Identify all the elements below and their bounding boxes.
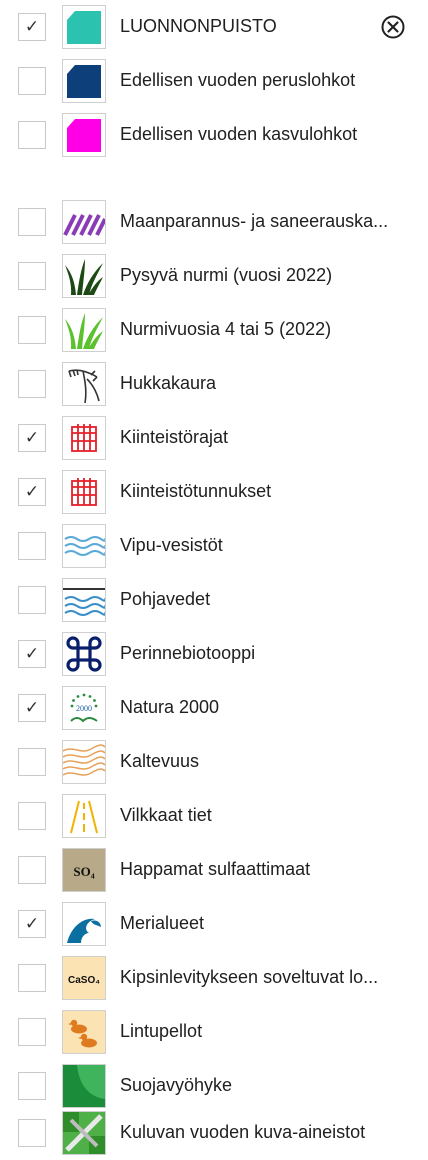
layer-label: Nurmivuosia 4 tai 5 (2022)	[120, 319, 332, 339]
layer-row-pysyva-nurmi[interactable]: Pysyvä nurmi (vuosi 2022)	[0, 249, 428, 303]
layer-row-peruslohkot[interactable]: Edellisen vuoden peruslohkot	[0, 54, 428, 108]
layer-checkbox[interactable]	[18, 856, 46, 884]
layer-checkbox[interactable]	[18, 1072, 46, 1100]
layer-label: Hukkakaura	[120, 373, 217, 393]
layer-label: Pysyvä nurmi (vuosi 2022)	[120, 265, 333, 285]
layer-row-suojavyohyke[interactable]: Suojavyöhyke	[0, 1059, 428, 1113]
checkmark-icon: ✓	[24, 913, 40, 934]
command-knot-icon	[62, 632, 106, 676]
caso4-icon: CaSO₄	[62, 956, 106, 1000]
layer-checkbox[interactable]: ✓	[18, 13, 46, 41]
layer-row-kasvulohkot[interactable]: Edellisen vuoden kasvulohkot	[0, 108, 428, 162]
sea-wave-icon	[62, 902, 106, 946]
layer-label: Lintupellot	[120, 1021, 203, 1041]
layer-label: Vilkkaat tiet	[120, 805, 212, 825]
checkmark-icon: ✓	[24, 16, 40, 37]
layer-row-kaltevuus[interactable]: Kaltevuus	[0, 735, 428, 789]
layer-row-sulfaattimaat[interactable]: SO₄ Happamat sulfaattimaat	[0, 843, 428, 897]
checkmark-icon: ✓	[24, 697, 40, 718]
red-fence-icon	[62, 416, 106, 460]
layer-label: Suojavyöhyke	[120, 1075, 233, 1095]
layer-checkbox[interactable]: ✓	[18, 910, 46, 938]
layer-checkbox[interactable]: ✓	[18, 424, 46, 452]
layer-row-vilkkaat-tiet[interactable]: Vilkkaat tiet	[0, 789, 428, 843]
checkmark-icon: ✓	[24, 427, 40, 448]
navy-polygon-icon	[62, 59, 106, 103]
teal-polygon-icon	[62, 5, 106, 49]
purple-hatch-icon	[62, 200, 106, 244]
layer-label: Merialueet	[120, 913, 205, 933]
checkmark-icon: ✓	[24, 643, 40, 664]
layer-label: Vipu-vesistöt	[120, 535, 223, 555]
caso4-text: CaSO₄	[68, 975, 100, 986]
layer-checkbox[interactable]	[18, 532, 46, 560]
so4-text: SO₄	[73, 864, 94, 879]
layer-row-kiinteistotunnukset[interactable]: ✓ Kiinteistötunnukset	[0, 465, 428, 519]
layer-checkbox[interactable]	[18, 1018, 46, 1046]
natura-2000-text: 2000	[76, 704, 92, 713]
layer-row-nurmivuosia[interactable]: Nurmivuosia 4 tai 5 (2022)	[0, 303, 428, 357]
layer-checkbox[interactable]	[18, 208, 46, 236]
layer-checkbox[interactable]	[18, 964, 46, 992]
water-waves-icon	[62, 524, 106, 568]
layer-checkbox[interactable]	[18, 586, 46, 614]
groundwater-icon	[62, 578, 106, 622]
layer-row-lintupellot[interactable]: Lintupellot	[0, 1005, 428, 1059]
dark-grass-icon	[62, 254, 106, 298]
layer-row-pohjavedet[interactable]: Pohjavedet	[0, 573, 428, 627]
layer-checkbox[interactable]	[18, 316, 46, 344]
layer-label: Natura 2000	[120, 697, 220, 717]
road-icon	[62, 794, 106, 838]
wild-oat-icon	[62, 362, 106, 406]
layer-label: Kuluvan vuoden kuva-aineistot	[120, 1122, 366, 1142]
layer-row-kuva-aineistot[interactable]: Kuluvan vuoden kuva-aineistot	[0, 1106, 428, 1160]
layer-checkbox[interactable]	[18, 1119, 46, 1147]
layer-label: Happamat sulfaattimaat	[120, 859, 311, 879]
layer-checkbox[interactable]	[18, 748, 46, 776]
layer-row-hukkakaura[interactable]: Hukkakaura	[0, 357, 428, 411]
layer-label: Edellisen vuoden peruslohkot	[120, 70, 356, 90]
layer-row-perinnebiotooppi[interactable]: ✓ Perinnebiotooppi	[0, 627, 428, 681]
layer-row-kiinteistorajat[interactable]: ✓ Kiinteistörajat	[0, 411, 428, 465]
layer-checkbox[interactable]	[18, 67, 46, 95]
magenta-polygon-icon	[62, 113, 106, 157]
red-fence-icon	[62, 470, 106, 514]
layer-row-kipsinlevitys[interactable]: CaSO₄ Kipsinlevitykseen soveltuvat lo...	[0, 951, 428, 1005]
layer-row-luonnonpuisto[interactable]: ✓ LUONNONPUISTO	[0, 0, 428, 54]
layer-row-maanparannus[interactable]: Maanparannus- ja saneerauska...	[0, 195, 428, 249]
ducks-icon	[62, 1010, 106, 1054]
layer-label: Edellisen vuoden kasvulohkot	[120, 124, 358, 144]
natura-2000-icon: 2000	[62, 686, 106, 730]
so4-icon: SO₄	[62, 848, 106, 892]
layer-checkbox[interactable]	[18, 370, 46, 398]
layer-checkbox[interactable]: ✓	[18, 694, 46, 722]
layer-checkbox[interactable]	[18, 262, 46, 290]
circle-x-icon[interactable]	[380, 14, 406, 40]
layer-label: Perinnebiotooppi	[120, 643, 256, 663]
layer-row-natura-2000[interactable]: ✓ 2000 Natura 2000	[0, 681, 428, 735]
layer-row-merialueet[interactable]: ✓ Merialueet	[0, 897, 428, 951]
layer-label: Kiinteistörajat	[120, 427, 229, 447]
layer-label: Kiinteistötunnukset	[120, 481, 272, 501]
layer-checkbox[interactable]	[18, 121, 46, 149]
layer-label: Pohjavedet	[120, 589, 211, 609]
layer-checkbox[interactable]: ✓	[18, 478, 46, 506]
buffer-zone-icon	[62, 1064, 106, 1108]
layer-row-vipu-vesistot[interactable]: Vipu-vesistöt	[0, 519, 428, 573]
layer-checkbox[interactable]	[18, 802, 46, 830]
layer-label: LUONNONPUISTO	[120, 16, 277, 36]
layer-label: Maanparannus- ja saneerauska...	[120, 211, 389, 231]
checkmark-icon: ✓	[24, 481, 40, 502]
layer-checkbox[interactable]: ✓	[18, 640, 46, 668]
green-grass-icon	[62, 308, 106, 352]
layer-label: Kaltevuus	[120, 751, 200, 771]
layer-label: Kipsinlevitykseen soveltuvat lo...	[120, 967, 379, 987]
aerial-image-icon	[62, 1111, 106, 1155]
contour-lines-icon	[62, 740, 106, 784]
